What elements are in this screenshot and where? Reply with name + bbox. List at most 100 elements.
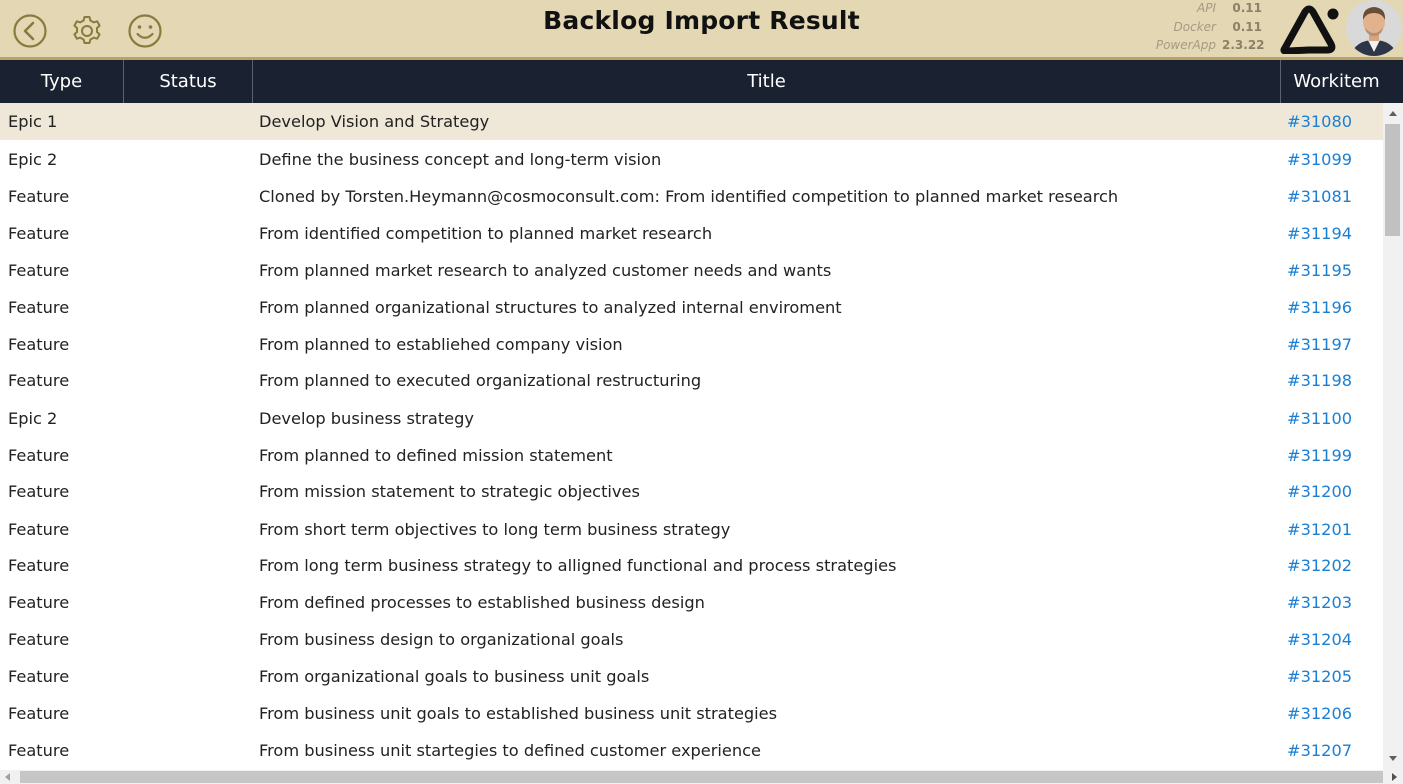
table-row[interactable]: Epic 1 Develop Vision and Strategy #31080 <box>0 103 1383 140</box>
vertical-scroll-thumb[interactable] <box>1385 124 1400 236</box>
row-status-cell <box>132 584 250 621</box>
row-type-cell: Feature <box>8 335 70 354</box>
workitem-link[interactable]: #31201 <box>1287 511 1377 548</box>
table-row[interactable]: Epic 2 Develop business strategy #31100 <box>0 400 1383 437</box>
row-type-cell: Feature <box>8 224 70 243</box>
row-title-cell: From identified competition to planned m… <box>259 224 713 243</box>
row-title-cell: From planned organizational structures t… <box>259 298 842 317</box>
vertical-scrollbar[interactable] <box>1383 103 1403 770</box>
scroll-up-arrow-icon[interactable] <box>1389 111 1397 116</box>
workitem-link[interactable]: #31206 <box>1287 695 1377 732</box>
version-info: API 0.11 Docker 0.11 PowerApp 2.3.22 <box>1140 0 1265 55</box>
workitem-link[interactable]: #31196 <box>1287 289 1377 326</box>
row-type-cell: Feature <box>8 667 70 686</box>
table-row[interactable]: Feature From business unit startegies to … <box>0 732 1383 769</box>
workitem-link[interactable]: #31195 <box>1287 252 1377 289</box>
workitem-link[interactable]: #31100 <box>1287 400 1377 437</box>
row-title-cell: From organizational goals to business un… <box>259 667 650 686</box>
version-label: API <box>1197 1 1216 15</box>
version-row-api: API 0.11 <box>1140 0 1262 18</box>
workitem-link[interactable]: #31200 <box>1287 473 1377 510</box>
table-row[interactable]: Feature From business design to organizat… <box>0 621 1383 658</box>
row-status-cell <box>132 289 250 326</box>
workitem-link[interactable]: #31198 <box>1287 362 1377 399</box>
row-title-cell: From planned to executed organizational … <box>259 371 702 390</box>
scroll-down-arrow-icon[interactable] <box>1389 756 1397 761</box>
row-title-cell: From business design to organizational g… <box>259 630 624 649</box>
row-title-cell: From defined processes to established bu… <box>259 593 705 612</box>
table-row[interactable]: Feature From planned market research to a… <box>0 252 1383 289</box>
row-status-cell <box>132 437 250 474</box>
table-row[interactable]: Feature From identified competition to pl… <box>0 215 1383 252</box>
row-status-cell <box>132 511 250 548</box>
avatar[interactable] <box>1346 0 1402 56</box>
row-title-cell: From business unit startegies to defined… <box>259 741 761 760</box>
row-title-cell: From long term business strategy to alli… <box>259 556 897 575</box>
settings-button[interactable] <box>69 13 105 49</box>
table-row[interactable]: Feature From planned to defined mission s… <box>0 437 1383 474</box>
row-status-cell <box>132 362 250 399</box>
table-row[interactable]: Feature From long term business strategy … <box>0 547 1383 584</box>
row-status-cell <box>132 215 250 252</box>
row-title-cell: From planned market research to analyzed… <box>259 261 832 280</box>
table-row[interactable]: Feature From short term objectives to lon… <box>0 511 1383 548</box>
workitem-link[interactable]: #31205 <box>1287 658 1377 695</box>
table-row[interactable]: Feature From planned to establiehed compa… <box>0 326 1383 363</box>
row-type-cell: Epic 2 <box>8 409 58 428</box>
workitem-link[interactable]: #31099 <box>1287 141 1377 178</box>
table-header: Type Status Title Workitem <box>0 60 1403 103</box>
row-status-cell <box>132 400 250 437</box>
row-status-cell <box>132 621 250 658</box>
table-row[interactable]: Feature From organizational goals to busi… <box>0 658 1383 695</box>
workitem-link[interactable]: #31081 <box>1287 178 1377 215</box>
row-status-cell <box>132 141 250 178</box>
row-type-cell: Feature <box>8 446 70 465</box>
table-row[interactable]: Epic 2 Define the business concept and lo… <box>0 141 1383 178</box>
page-title: Backlog Import Result <box>543 6 860 35</box>
version-row-docker: Docker 0.11 <box>1140 18 1262 37</box>
feedback-button[interactable] <box>127 13 163 49</box>
row-type-cell: Feature <box>8 187 70 206</box>
row-type-cell: Feature <box>8 261 70 280</box>
workitem-link[interactable]: #31207 <box>1287 732 1377 769</box>
workitem-link[interactable]: #31203 <box>1287 584 1377 621</box>
table-row[interactable]: Feature From defined processes to establi… <box>0 584 1383 621</box>
table-row[interactable]: Feature From mission statement to strateg… <box>0 473 1383 510</box>
row-type-cell: Epic 2 <box>8 150 58 169</box>
version-label: Docker <box>1173 19 1216 34</box>
row-status-cell <box>132 473 250 510</box>
back-button[interactable] <box>12 13 48 49</box>
version-value: 2.3.22 <box>1222 38 1265 52</box>
workitem-link[interactable]: #31197 <box>1287 326 1377 363</box>
smiley-icon <box>127 13 163 49</box>
row-type-cell: Feature <box>8 482 70 501</box>
workitem-link[interactable]: #31204 <box>1287 621 1377 658</box>
gear-icon <box>69 13 105 49</box>
row-status-cell <box>132 178 250 215</box>
horizontal-scroll-thumb[interactable] <box>20 771 1383 783</box>
table-body: Epic 1 Develop Vision and Strategy #31080 E… <box>0 103 1383 770</box>
horizontal-scrollbar[interactable] <box>0 770 1403 784</box>
workitem-link[interactable]: #31080 <box>1287 103 1377 140</box>
table-row[interactable]: Feature Cloned by Torsten.Heymann@cosmoco… <box>0 178 1383 215</box>
row-status-cell <box>132 326 250 363</box>
row-status-cell <box>132 547 250 584</box>
table-row[interactable]: Feature From planned to executed organiza… <box>0 362 1383 399</box>
workitem-link[interactable]: #31199 <box>1287 437 1377 474</box>
row-title-cell: Cloned by Torsten.Heymann@cosmoconsult.c… <box>259 187 1119 206</box>
column-header-title[interactable]: Title <box>253 60 1280 103</box>
column-header-workitem[interactable]: Workitem <box>1281 60 1392 103</box>
column-header-type[interactable]: Type <box>0 60 123 103</box>
table-row[interactable]: Feature From planned organizational struc… <box>0 289 1383 326</box>
workitem-link[interactable]: #31194 <box>1287 215 1377 252</box>
scroll-left-arrow-icon[interactable] <box>5 773 10 781</box>
row-type-cell: Feature <box>8 704 70 723</box>
row-type-cell: Epic 1 <box>8 112 58 131</box>
scroll-right-arrow-icon[interactable] <box>1392 773 1397 781</box>
workitem-link[interactable]: #31202 <box>1287 547 1377 584</box>
company-logo <box>1279 4 1341 55</box>
table-row[interactable]: Feature From business unit goals to estab… <box>0 695 1383 732</box>
column-header-status[interactable]: Status <box>124 60 252 103</box>
row-status-cell <box>132 658 250 695</box>
row-title-cell: From short term objectives to long term … <box>259 520 731 539</box>
